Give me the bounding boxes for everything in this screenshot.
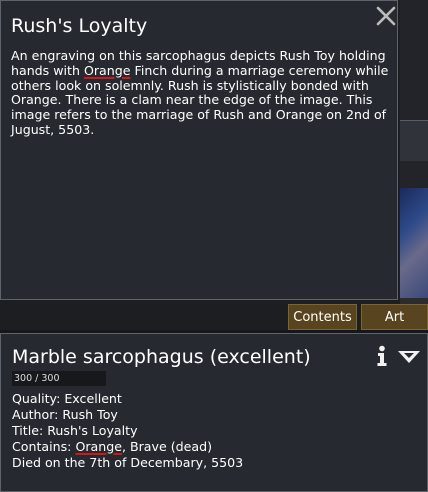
close-icon[interactable] (375, 5, 397, 27)
art-title-line: Title: Rush's Loyalty (12, 423, 138, 438)
died-line: Died on the 7th of Decembary, 5503 (12, 455, 244, 470)
tab-art[interactable]: Art (361, 304, 428, 330)
hit-points-bar: 300 / 300 (12, 371, 106, 386)
info-icon[interactable] (375, 345, 389, 367)
contains-prefix: Contains: (12, 439, 76, 454)
art-description-window: Rush's Loyalty An engraving on this sarc… (0, 0, 398, 300)
inspect-panel: Marble sarcophagus (excellent) 300 / 300… (0, 333, 428, 492)
hit-points-text: 300 / 300 (14, 373, 60, 384)
art-description: An engraving on this sarcophagus depicts… (11, 48, 395, 138)
background-structure (400, 120, 428, 161)
contains-line: Contains: Orange, Brave (dead) (12, 439, 243, 455)
tab-contents[interactable]: Contents (288, 304, 357, 330)
info-lines: Quality: Excellent Author: Rush Toy Titl… (12, 391, 243, 471)
background-floor-tile (400, 188, 428, 298)
quality-line: Quality: Excellent (12, 391, 122, 406)
author-line: Author: Rush Toy (12, 407, 118, 422)
dropdown-arrow-icon[interactable] (397, 349, 421, 363)
contains-suffix: , Brave (dead) (121, 439, 213, 454)
art-title: Rush's Loyalty (11, 15, 148, 37)
pawn-link-orange[interactable]: Orange (84, 63, 131, 78)
pawn-link-orange-contents[interactable]: Orange (75, 439, 122, 454)
inspect-title: Marble sarcophagus (excellent) (12, 346, 311, 368)
